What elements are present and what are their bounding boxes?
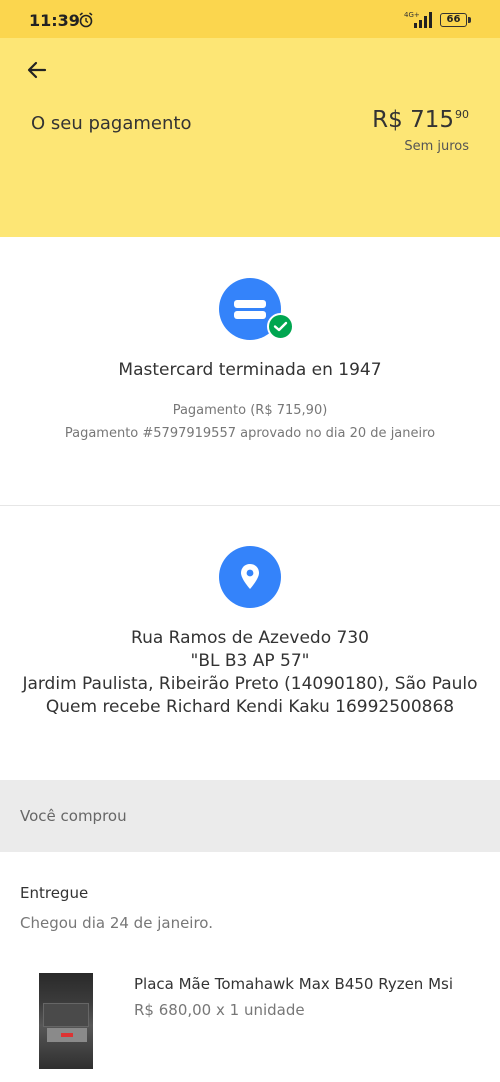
- product-thumbnail[interactable]: [39, 973, 93, 1069]
- installment-note: Sem juros: [404, 139, 469, 154]
- check-icon: [267, 313, 294, 340]
- price-cents: 90: [455, 108, 469, 121]
- alarm-clock-icon: [78, 12, 94, 32]
- price-main: R$ 715: [372, 107, 454, 133]
- address-city: Jardim Paulista, Ribeirão Preto (1409018…: [22, 674, 478, 694]
- location-pin-icon: [219, 546, 281, 608]
- address-complement: "BL B3 AP 57": [190, 651, 310, 671]
- section-divider: [0, 505, 500, 506]
- purchase-section-label: Você comprou: [20, 807, 127, 825]
- delivery-date: Chegou dia 24 de janeiro.: [20, 914, 213, 932]
- back-arrow-icon[interactable]: [25, 58, 49, 86]
- product-name[interactable]: Placa Mãe Tomahawk Max B450 Ryzen Msi: [134, 975, 453, 993]
- status-time: 11:39: [29, 11, 80, 30]
- product-price: R$ 680,00 x 1 unidade: [134, 1001, 305, 1019]
- payment-total: R$ 71590: [372, 107, 469, 133]
- delivery-status: Entregue: [20, 884, 89, 902]
- address-recipient: Quem recebe Richard Kendi Kaku 169925008…: [45, 697, 455, 717]
- card-title: Mastercard terminada en 1947: [118, 360, 382, 380]
- payment-amount: Pagamento (R$ 715,90): [172, 403, 328, 418]
- payment-header: [0, 38, 500, 237]
- address-street: Rua Ramos de Azevedo 730: [131, 628, 369, 648]
- page-title: O seu pagamento: [31, 113, 192, 134]
- payment-approval: Pagamento #5797919557 aprovado no dia 20…: [64, 426, 436, 441]
- battery-tip: [468, 17, 471, 23]
- battery-icon: 66: [440, 13, 467, 27]
- status-bar: 11:39 4G+ 66: [0, 0, 500, 38]
